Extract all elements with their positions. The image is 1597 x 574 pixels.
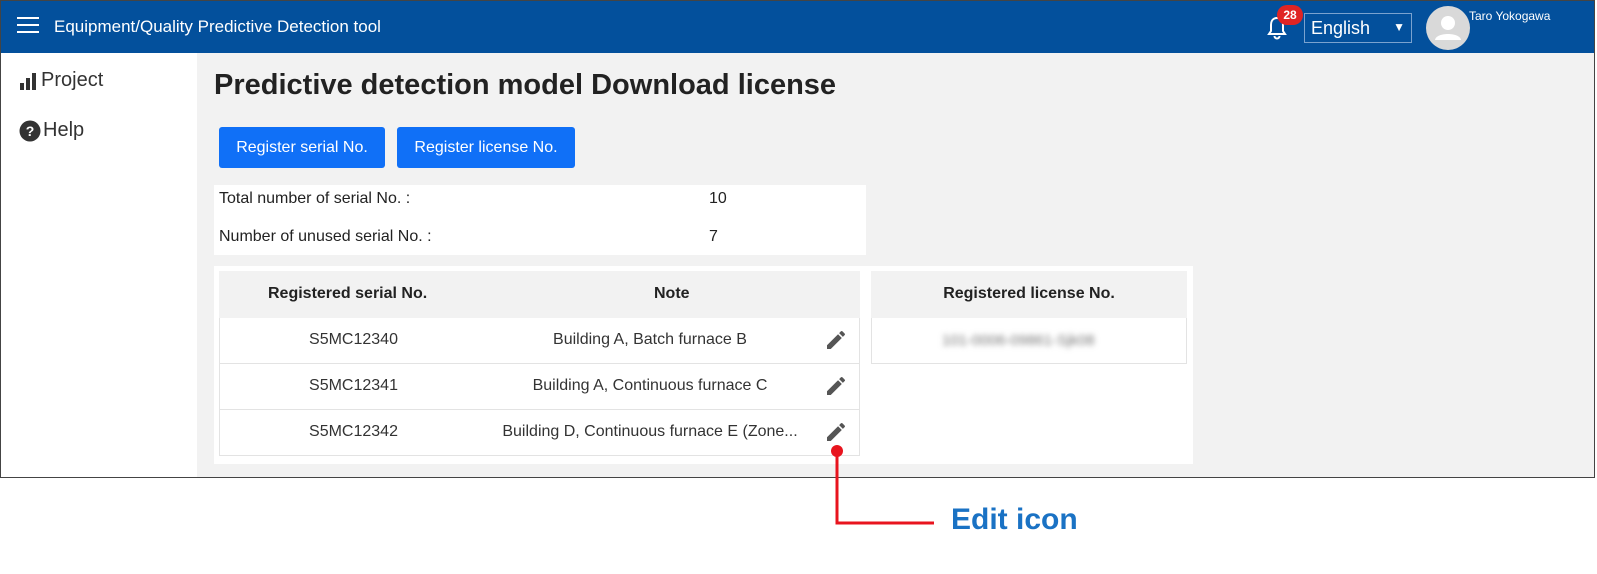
serial-table-header: Registered serial No. Note xyxy=(219,271,860,318)
serial-cell: S5MC12342 xyxy=(309,423,398,440)
chevron-down-icon: ▼ xyxy=(1393,20,1405,34)
license-table: Registered license No. 101-0006-09861-Sj… xyxy=(871,271,1187,364)
user-name: Taro Yokogawa xyxy=(1469,9,1551,23)
callout-label: Edit icon xyxy=(951,503,1078,536)
sidebar-item-project[interactable]: Project xyxy=(19,69,103,92)
help-circle-icon: ? xyxy=(19,120,41,142)
table-row: 101-0006-09861-Sjk08 xyxy=(871,318,1187,364)
register-license-button[interactable]: Register license No. xyxy=(397,127,575,168)
edit-icon[interactable] xyxy=(824,328,848,352)
sidebar-item-label: Project xyxy=(41,69,104,91)
serial-table: Registered serial No. Note S5MC12340 Bui… xyxy=(219,271,860,456)
svg-text:?: ? xyxy=(26,123,35,139)
top-bar: Equipment/Quality Predictive Detection t… xyxy=(1,1,1594,53)
total-serial-label: Total number of serial No. : xyxy=(219,190,411,207)
user-icon xyxy=(1435,16,1461,40)
app-title: Equipment/Quality Predictive Detection t… xyxy=(54,17,381,36)
column-header-note: Note xyxy=(654,285,690,302)
table-row: S5MC12341 Building A, Continuous furnace… xyxy=(219,364,860,410)
tables-panel: Registered serial No. Note S5MC12340 Bui… xyxy=(214,266,1193,464)
column-header-serial: Registered serial No. xyxy=(268,285,428,302)
sidebar: Project ? Help xyxy=(1,53,197,477)
menu-icon[interactable] xyxy=(17,17,39,35)
note-cell: Building D, Continuous furnace E (Zone..… xyxy=(502,423,798,440)
sidebar-item-help[interactable]: ? Help xyxy=(19,119,84,142)
serial-cell: S5MC12340 xyxy=(309,331,398,348)
total-serial-value: 10 xyxy=(709,190,727,207)
unused-serial-label: Number of unused serial No. : xyxy=(219,228,432,245)
page-title: Predictive detection model Download lice… xyxy=(214,69,837,101)
column-header-license: Registered license No. xyxy=(943,285,1115,302)
serial-summary: Total number of serial No. : 10 Number o… xyxy=(214,185,866,255)
license-cell: 101-0006-09861-Sjk08 xyxy=(942,332,1095,349)
register-serial-button[interactable]: Register serial No. xyxy=(219,127,385,168)
unused-serial-value: 7 xyxy=(709,228,718,245)
note-cell: Building A, Batch furnace B xyxy=(553,331,747,348)
notification-badge: 28 xyxy=(1277,5,1303,25)
edit-icon[interactable] xyxy=(824,374,848,398)
avatar[interactable] xyxy=(1426,6,1470,50)
table-row: S5MC12340 Building A, Batch furnace B xyxy=(219,318,860,364)
language-value: English xyxy=(1311,18,1371,38)
serial-cell: S5MC12341 xyxy=(309,377,398,394)
language-select[interactable]: English ▼ xyxy=(1304,13,1412,43)
note-cell: Building A, Continuous furnace C xyxy=(532,377,768,394)
sidebar-item-label: Help xyxy=(43,119,85,141)
app-window: Equipment/Quality Predictive Detection t… xyxy=(0,0,1595,478)
table-row: S5MC12342 Building D, Continuous furnace… xyxy=(219,410,860,456)
bar-chart-icon xyxy=(20,72,36,90)
license-table-header: Registered license No. xyxy=(871,271,1187,318)
main-content: Predictive detection model Download lice… xyxy=(199,53,1594,477)
callout-connector xyxy=(831,445,934,525)
